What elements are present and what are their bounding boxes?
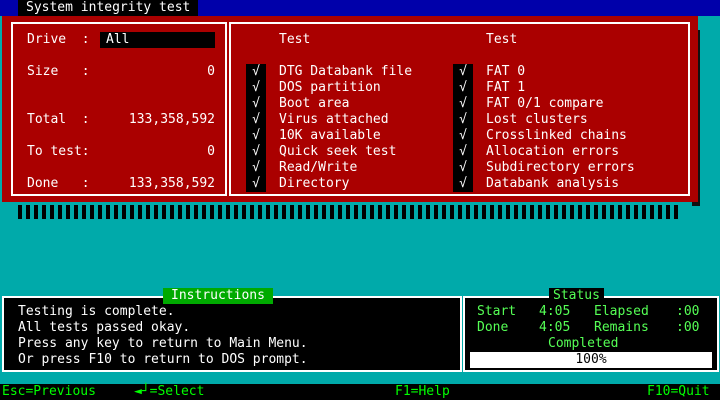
check-icon[interactable]: √ xyxy=(246,128,266,144)
panel-shadow-bottom xyxy=(18,205,678,219)
check-icon[interactable]: √ xyxy=(453,144,473,160)
test-item: Quick seek test xyxy=(279,144,397,159)
check-icon[interactable]: √ xyxy=(246,112,266,128)
check-icon[interactable]: √ xyxy=(453,128,473,144)
test-item: Read/Write xyxy=(279,160,358,175)
completed-title: Completed xyxy=(544,336,623,352)
test-item: DOS partition xyxy=(279,80,381,95)
window-title: System integrity test xyxy=(18,0,199,16)
test-item: Crosslinked chains xyxy=(486,128,627,143)
test-item: Virus attached xyxy=(279,112,389,127)
instruction-line: Press any key to return to Main Menu. xyxy=(18,336,308,351)
instruction-line: Or press F10 to return to DOS prompt. xyxy=(18,352,308,367)
check-icon[interactable]: √ xyxy=(246,80,266,96)
done-time-label: Done xyxy=(477,320,509,335)
esc-previous-key[interactable]: Esc=Previous xyxy=(2,384,96,400)
instruction-line: Testing is complete. xyxy=(18,304,175,319)
test-item: FAT 0/1 compare xyxy=(486,96,604,111)
progress-bar: 100% xyxy=(470,352,712,368)
check-icon[interactable]: √ xyxy=(246,96,266,112)
test-item: Allocation errors xyxy=(486,144,620,159)
instruction-line: All tests passed okay. xyxy=(18,320,191,335)
test-column-header-1: Test xyxy=(279,32,311,47)
check-icon[interactable]: √ xyxy=(246,144,266,160)
test-item: Directory xyxy=(279,176,350,191)
elapsed-value: :00 xyxy=(676,304,700,319)
done-value: 133,358,592 xyxy=(128,176,215,191)
enter-select-key[interactable]: ◄┘=Select xyxy=(134,384,204,400)
test-item: Subdirectory errors xyxy=(486,160,635,175)
remains-label: Remains xyxy=(594,320,649,335)
drive-select[interactable]: All xyxy=(100,32,215,48)
size-label: Size : xyxy=(27,64,90,79)
total-value: 133,358,592 xyxy=(128,112,215,127)
to-test-label: To test: xyxy=(27,144,90,159)
check-icon[interactable]: √ xyxy=(453,160,473,176)
check-icon[interactable]: √ xyxy=(453,176,473,192)
drive-label: Drive : xyxy=(27,32,90,47)
test-item: Boot area xyxy=(279,96,350,111)
start-label: Start xyxy=(477,304,517,319)
check-icon[interactable]: √ xyxy=(246,176,266,192)
f1-help-key[interactable]: F1=Help xyxy=(395,384,450,400)
check-icon[interactable]: √ xyxy=(453,96,473,112)
f10-quit-key[interactable]: F10=Quit xyxy=(647,384,710,400)
check-icon[interactable]: √ xyxy=(246,160,266,176)
footer-bar xyxy=(0,384,720,400)
check-icon[interactable]: √ xyxy=(453,112,473,128)
test-item: FAT 0 xyxy=(486,64,526,79)
test-item: Databank analysis xyxy=(486,176,620,191)
check-icon[interactable]: √ xyxy=(246,64,266,80)
done-label: Done : xyxy=(27,176,90,191)
total-label: Total : xyxy=(27,112,90,127)
start-value: 4:05 xyxy=(539,304,571,319)
remains-value: :00 xyxy=(676,320,700,335)
test-item: FAT 1 xyxy=(486,80,526,95)
test-column-header-2: Test xyxy=(486,32,518,47)
elapsed-label: Elapsed xyxy=(594,304,649,319)
test-item: Lost clusters xyxy=(486,112,588,127)
size-value: 0 xyxy=(207,64,215,79)
to-test-value: 0 xyxy=(207,144,215,159)
done-time-value: 4:05 xyxy=(539,320,571,335)
test-item: 10K available xyxy=(279,128,381,143)
instructions-title: Instructions xyxy=(163,288,273,304)
test-item: DTG Databank file xyxy=(279,64,413,79)
status-title: Status xyxy=(549,288,604,304)
check-icon[interactable]: √ xyxy=(453,64,473,80)
check-icon[interactable]: √ xyxy=(453,80,473,96)
drive-info-frame xyxy=(11,22,227,196)
